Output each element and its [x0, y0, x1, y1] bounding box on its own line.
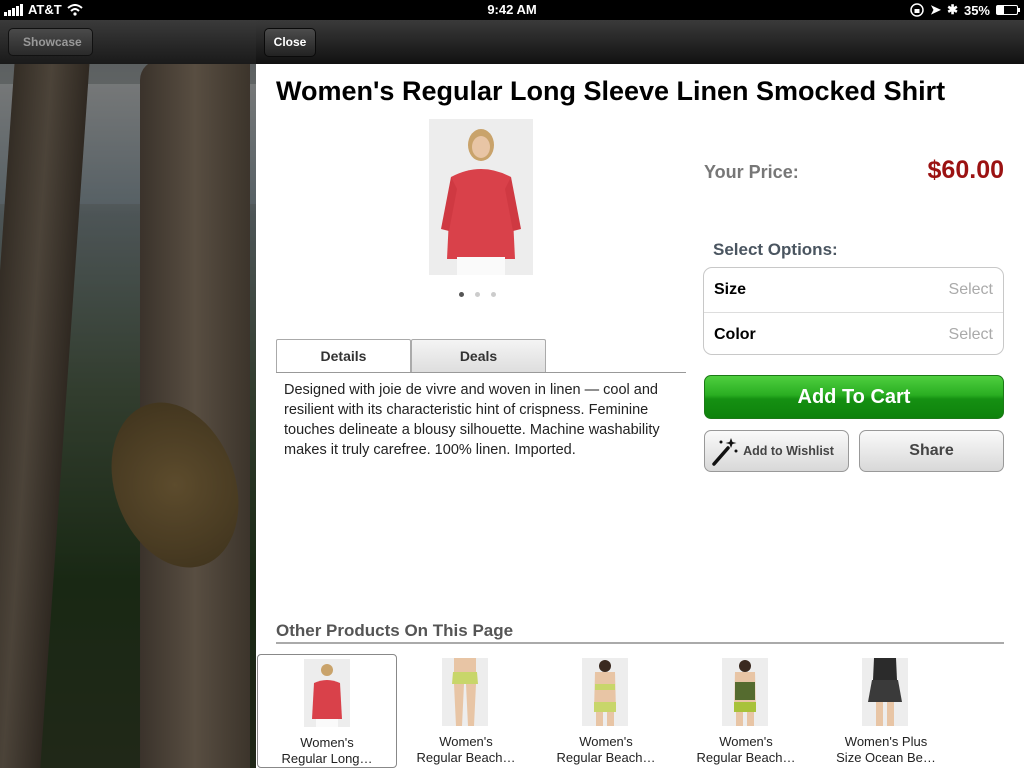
product-thumbnail[interactable]: Women's Regular Long…	[257, 654, 397, 768]
product-thumbnail[interactable]: Women's Regular Beach…	[676, 654, 816, 768]
wishlist-label: Add to Wishlist	[743, 444, 834, 458]
price-label: Your Price:	[704, 162, 799, 182]
thumbnail-name: Women's	[719, 734, 773, 749]
product-panel: Close Women's Regular Long Sleeve Linen …	[256, 20, 1024, 768]
thumbnail-image	[442, 658, 488, 726]
thumbnail-image	[722, 658, 768, 726]
thumbnail-name-2: Regular Beach…	[416, 750, 516, 765]
bluetooth-icon: ✱	[947, 2, 958, 17]
showcase-toolbar: Showcase	[0, 20, 256, 64]
status-right: ➤ ✱ 35%	[910, 2, 1020, 18]
thumbnail-name-2: Size Ocean Be…	[836, 750, 936, 765]
product-thumbnail[interactable]: Women's Regular Beach…	[536, 654, 676, 768]
thumbnail-name: Women's	[300, 735, 354, 750]
close-button[interactable]: Close	[264, 28, 316, 57]
product-thumbnail[interactable]: Women's Regular Beach…	[396, 654, 536, 768]
thumbnail-image	[862, 658, 908, 726]
product-image[interactable]	[429, 119, 533, 275]
tab-details[interactable]: Details	[276, 339, 411, 372]
tab-deals[interactable]: Deals	[411, 339, 546, 372]
page-dot[interactable]	[459, 292, 464, 297]
thumbnail-name: Women's	[579, 734, 633, 749]
thumbnail-image	[582, 658, 628, 726]
page-dot[interactable]	[491, 292, 496, 297]
add-to-wishlist-button[interactable]: Add to Wishlist	[704, 430, 849, 472]
thumbnail-name: Women's Plus	[844, 734, 928, 749]
battery-icon	[996, 5, 1020, 15]
battery-label: 35%	[963, 2, 990, 18]
thumbnail-name-2: Regular Long…	[281, 751, 373, 766]
clock: 9:42 AM	[487, 2, 537, 17]
size-option-label: Size	[714, 281, 747, 298]
thumbnail-name: Women's	[439, 734, 493, 749]
product-thumbnail[interactable]: Women's Plus Size Ocean Be…	[816, 654, 956, 768]
panel-toolbar: Close	[256, 20, 1024, 64]
divider	[276, 642, 1004, 644]
showcase-back-button[interactable]: Showcase	[8, 28, 93, 56]
thumbnail-name-2: Regular Beach…	[696, 750, 796, 765]
magic-wand-icon	[712, 438, 738, 466]
product-description: Designed with joie de vivre and woven in…	[284, 382, 660, 458]
options-label: Select Options:	[713, 240, 838, 259]
image-page-indicator[interactable]	[459, 292, 496, 297]
product-title: Women's Regular Long Sleeve Linen Smocke…	[276, 76, 946, 106]
color-option[interactable]: Color Select	[704, 312, 1003, 356]
rotation-lock-icon	[910, 3, 924, 17]
page-dot[interactable]	[475, 292, 480, 297]
price-value: $60.00	[927, 156, 1004, 184]
thumbnail-name-2: Regular Beach…	[556, 750, 656, 765]
color-option-label: Color	[714, 326, 756, 343]
status-bar: AT&T 9:42 AM ➤ ✱ 35%	[0, 0, 1024, 20]
other-products-list: Women's Regular Long… Women's Regular Beac…	[256, 654, 1024, 768]
add-to-cart-button[interactable]: Add To Cart	[704, 375, 1004, 419]
size-option-value: Select	[948, 281, 993, 298]
size-option[interactable]: Size Select	[704, 268, 1003, 312]
share-button[interactable]: Share	[859, 430, 1004, 472]
thumbnail-image	[304, 659, 350, 727]
showcase-background	[0, 20, 256, 768]
options-group: Size Select Color Select	[703, 267, 1004, 355]
location-icon: ➤	[930, 2, 942, 17]
color-option-value: Select	[948, 326, 993, 343]
other-products-heading: Other Products On This Page	[276, 621, 514, 640]
info-tabs: Details Deals	[276, 339, 686, 373]
